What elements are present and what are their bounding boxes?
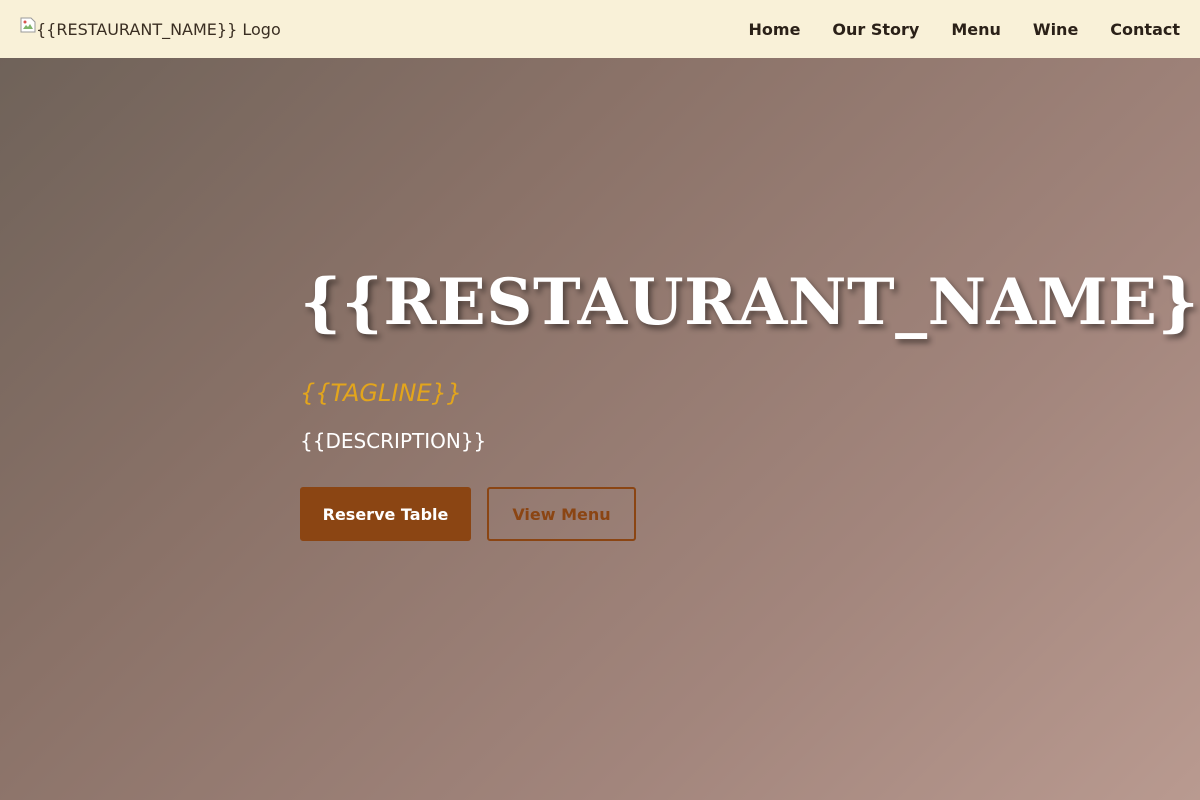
logo-link[interactable]: {{RESTAURANT_NAME}} Logo xyxy=(20,17,281,39)
nav-our-story[interactable]: Our Story xyxy=(832,20,919,39)
hero-tagline: {{TAGLINE}} xyxy=(300,379,463,407)
hero-actions: Reserve Table View Menu xyxy=(300,487,1200,541)
reserve-table-button[interactable]: Reserve Table xyxy=(300,487,471,541)
view-menu-button[interactable]: View Menu xyxy=(487,487,636,541)
hero-description: {{DESCRIPTION}} xyxy=(300,429,487,453)
broken-image-icon xyxy=(20,17,36,33)
hero-title: {{RESTAURANT_NAME}} xyxy=(300,265,1200,340)
main-nav: Home Our Story Menu Wine Contact xyxy=(717,20,1180,39)
nav-wine[interactable]: Wine xyxy=(1033,20,1078,39)
navbar: {{RESTAURANT_NAME}} Logo Home Our Story … xyxy=(0,0,1200,58)
nav-menu[interactable]: Menu xyxy=(951,20,1001,39)
nav-contact[interactable]: Contact xyxy=(1110,20,1180,39)
logo-alt-text: {{RESTAURANT_NAME}} Logo xyxy=(36,19,281,39)
hero-section: {{RESTAURANT_NAME}} {{TAGLINE}} {{DESCRI… xyxy=(300,258,1200,541)
nav-home[interactable]: Home xyxy=(749,20,801,39)
